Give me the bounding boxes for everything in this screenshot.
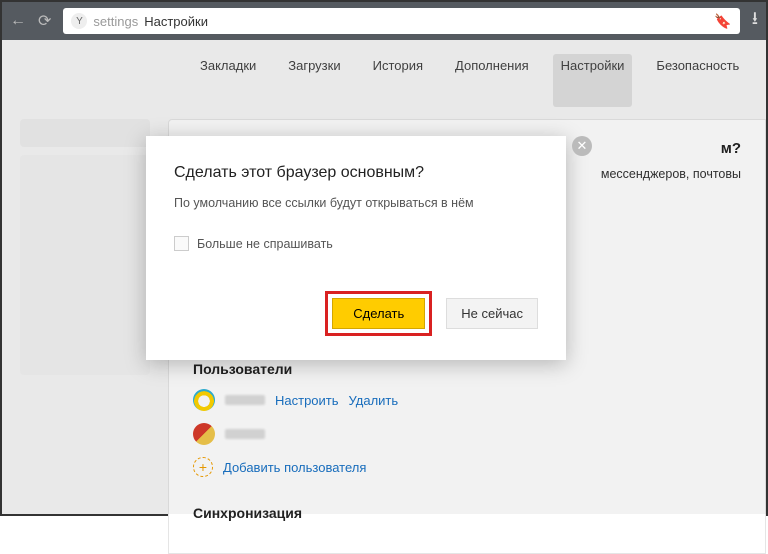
- primary-highlight: Сделать: [325, 291, 432, 336]
- make-default-button[interactable]: Сделать: [332, 298, 425, 329]
- site-icon: Y: [71, 13, 87, 29]
- address-bar[interactable]: Y settings Настройки 🔖: [63, 8, 739, 34]
- dialog-title: Сделать этот браузер основным?: [174, 164, 538, 182]
- checkbox-label: Больше не спрашивать: [197, 237, 333, 251]
- dialog-actions: Сделать Не сейчас: [174, 291, 538, 336]
- default-browser-dialog: ✕ Сделать этот браузер основным? По умол…: [146, 136, 566, 360]
- download-icon[interactable]: ⭳: [752, 6, 758, 36]
- content-area: Закладки Загрузки История Дополнения Нас…: [2, 40, 766, 514]
- bookmark-icon[interactable]: 🔖: [714, 13, 731, 30]
- browser-toolbar: ← ⟳ Y settings Настройки 🔖 ⭳: [2, 2, 766, 40]
- address-title: Настройки: [144, 14, 208, 29]
- dont-ask-row[interactable]: Больше не спрашивать: [174, 236, 538, 251]
- dialog-body: По умолчанию все ссылки будут открыватьс…: [174, 196, 538, 210]
- reload-icon[interactable]: ⟳: [38, 11, 51, 31]
- close-icon[interactable]: ✕: [572, 136, 592, 156]
- back-icon[interactable]: ←: [10, 12, 26, 30]
- not-now-button[interactable]: Не сейчас: [446, 298, 538, 329]
- address-path: settings: [93, 14, 138, 29]
- checkbox[interactable]: [174, 236, 189, 251]
